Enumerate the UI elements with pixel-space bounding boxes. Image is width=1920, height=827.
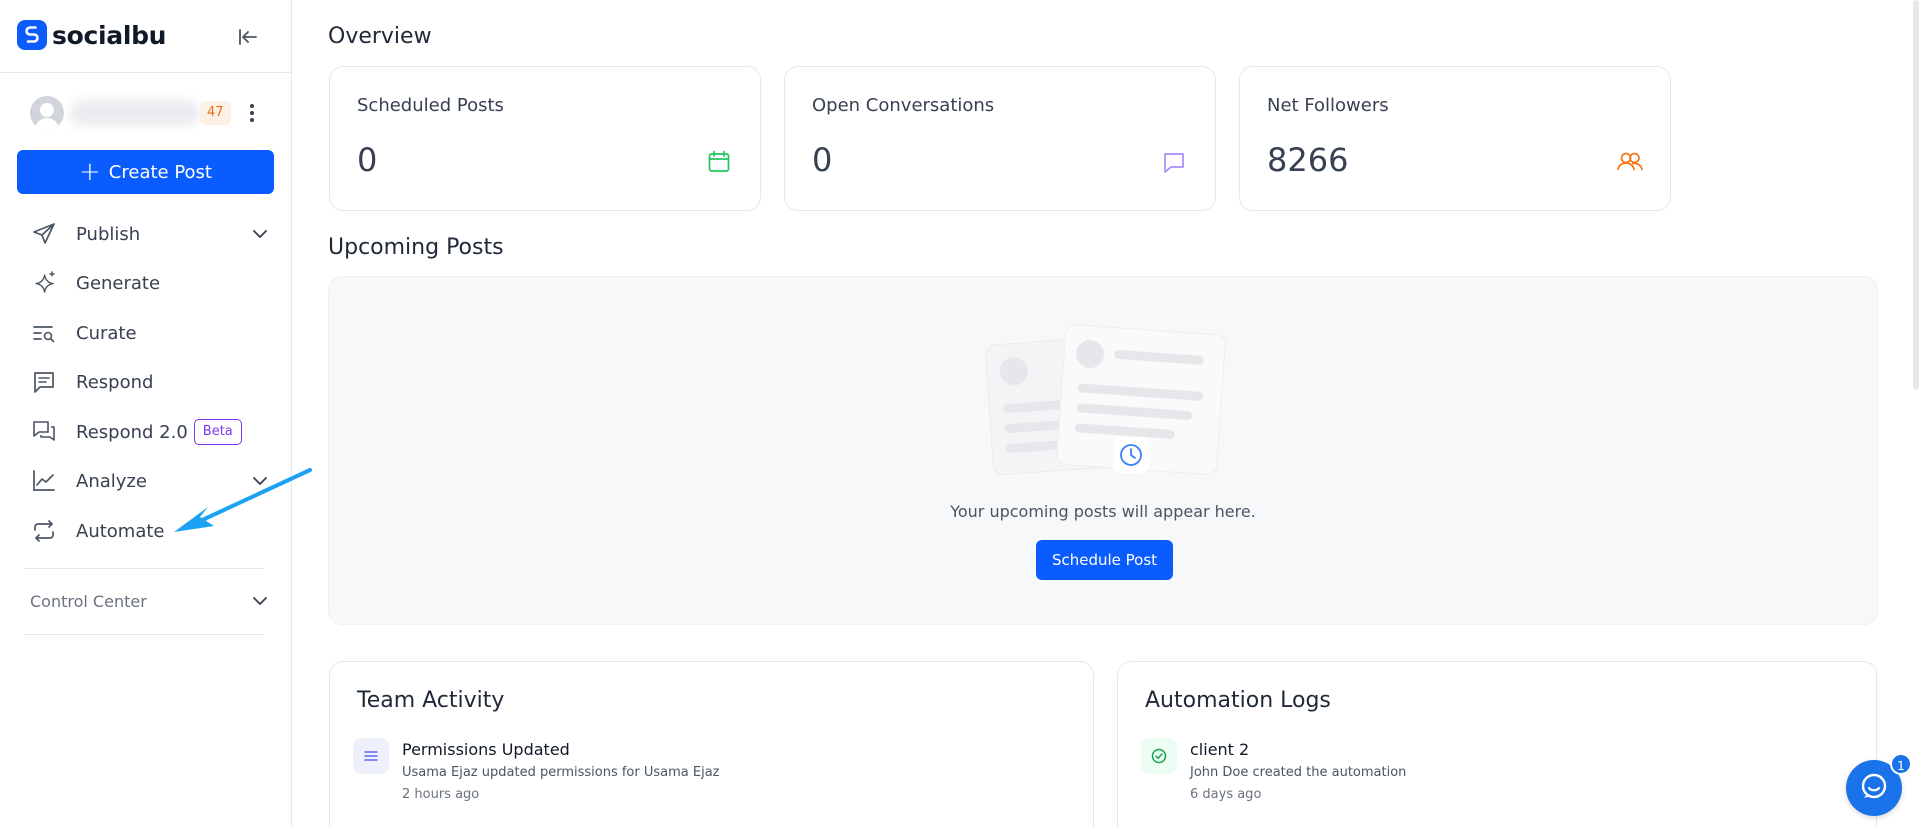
activity-item-description: Usama Ejaz updated permissions for Usama…	[402, 765, 720, 780]
sidebar-item-publish[interactable]: Publish	[30, 216, 270, 252]
create-post-button[interactable]: + Create Post	[17, 150, 274, 194]
log-item-time: 6 days ago	[1190, 787, 1262, 802]
users-icon	[1616, 149, 1643, 175]
schedule-post-button[interactable]: Schedule Post	[1036, 540, 1173, 580]
list-icon	[353, 738, 389, 774]
account-name-redacted	[70, 100, 200, 126]
overview-title: Overview	[328, 24, 432, 49]
stat-value: 8266	[1267, 141, 1349, 179]
stat-label: Open Conversations	[812, 95, 995, 116]
stat-label: Net Followers	[1267, 95, 1389, 116]
plus-icon: +	[79, 157, 101, 187]
chevron-down-icon[interactable]	[250, 591, 270, 611]
upcoming-posts-empty-state: Your upcoming posts will appear here. Sc…	[328, 276, 1878, 625]
create-post-label: Create Post	[108, 161, 212, 183]
check-circle-icon	[1141, 738, 1177, 774]
sidebar-item-label: Respond	[76, 371, 154, 393]
beta-badge: Beta	[193, 419, 242, 445]
sidebar-item-respond[interactable]: Respond	[30, 364, 270, 400]
stat-card-scheduled-posts[interactable]: Scheduled Posts 0	[329, 66, 761, 211]
log-item-description: John Doe created the automation	[1190, 765, 1407, 780]
stat-value: 0	[812, 141, 833, 179]
annotation-arrow-icon	[170, 460, 320, 544]
log-item-title[interactable]: client 2	[1190, 740, 1249, 759]
chat-notification-badge: 1	[1890, 753, 1912, 775]
team-activity-panel: Team Activity Permissions Updated Usama …	[329, 661, 1094, 827]
brand-name: socialbu	[52, 20, 167, 50]
empty-posts-illustration-icon	[981, 321, 1231, 485]
messages-icon	[30, 418, 58, 446]
activity-item-time: 2 hours ago	[402, 787, 480, 802]
message-icon	[30, 368, 58, 396]
stat-card-net-followers[interactable]: Net Followers 8266	[1239, 66, 1671, 211]
empty-state-text: Your upcoming posts will appear here.	[950, 502, 1256, 521]
team-activity-title: Team Activity	[357, 688, 505, 713]
control-center-label: Control Center	[30, 591, 147, 611]
stat-card-open-conversations[interactable]: Open Conversations 0	[784, 66, 1216, 211]
brand-logo[interactable]: socialbu	[17, 20, 166, 50]
socialbu-logo-icon	[17, 20, 47, 50]
avatar[interactable]	[30, 96, 64, 130]
account-switcher[interactable]: 47	[30, 96, 270, 130]
chevron-down-icon[interactable]	[250, 224, 270, 244]
sidebar-item-label: Automate	[76, 520, 165, 542]
divider	[0, 72, 292, 73]
stat-value: 0	[357, 141, 378, 179]
sidebar: socialbu 47 + Create Post Publish Genera…	[0, 0, 292, 827]
scrollbar[interactable]	[1913, 0, 1919, 390]
divider	[24, 634, 264, 635]
chat-bubble-icon	[1161, 149, 1187, 175]
activity-item-title[interactable]: Permissions Updated	[402, 740, 570, 759]
repeat-icon	[30, 517, 58, 545]
sidebar-item-label: Respond 2.0	[76, 421, 188, 443]
sidebar-item-label: Publish	[76, 223, 141, 245]
chart-line-icon	[30, 467, 58, 495]
sidebar-item-curate[interactable]: Curate	[30, 315, 270, 351]
chat-icon	[1858, 770, 1890, 806]
collapse-sidebar-icon[interactable]	[235, 24, 261, 50]
send-icon	[30, 220, 58, 248]
sidebar-item-label: Generate	[76, 272, 161, 294]
sidebar-item-label: Curate	[76, 322, 137, 344]
sparkles-icon	[30, 269, 58, 297]
stat-label: Scheduled Posts	[357, 95, 504, 116]
sidebar-item-generate[interactable]: Generate	[30, 265, 270, 301]
control-center-toggle[interactable]: Control Center	[30, 586, 270, 616]
notification-count-badge[interactable]: 47	[200, 101, 231, 125]
sidebar-item-respond-2[interactable]: Respond 2.0 Beta	[30, 414, 270, 450]
divider	[24, 568, 264, 569]
upcoming-posts-title: Upcoming Posts	[328, 235, 504, 260]
more-options-icon[interactable]	[242, 100, 262, 126]
curate-search-icon	[30, 319, 58, 347]
sidebar-item-label: Analyze	[76, 470, 147, 492]
automation-logs-panel: Automation Logs client 2 John Doe create…	[1117, 661, 1877, 827]
automation-logs-title: Automation Logs	[1145, 688, 1331, 713]
calendar-icon	[706, 149, 732, 175]
